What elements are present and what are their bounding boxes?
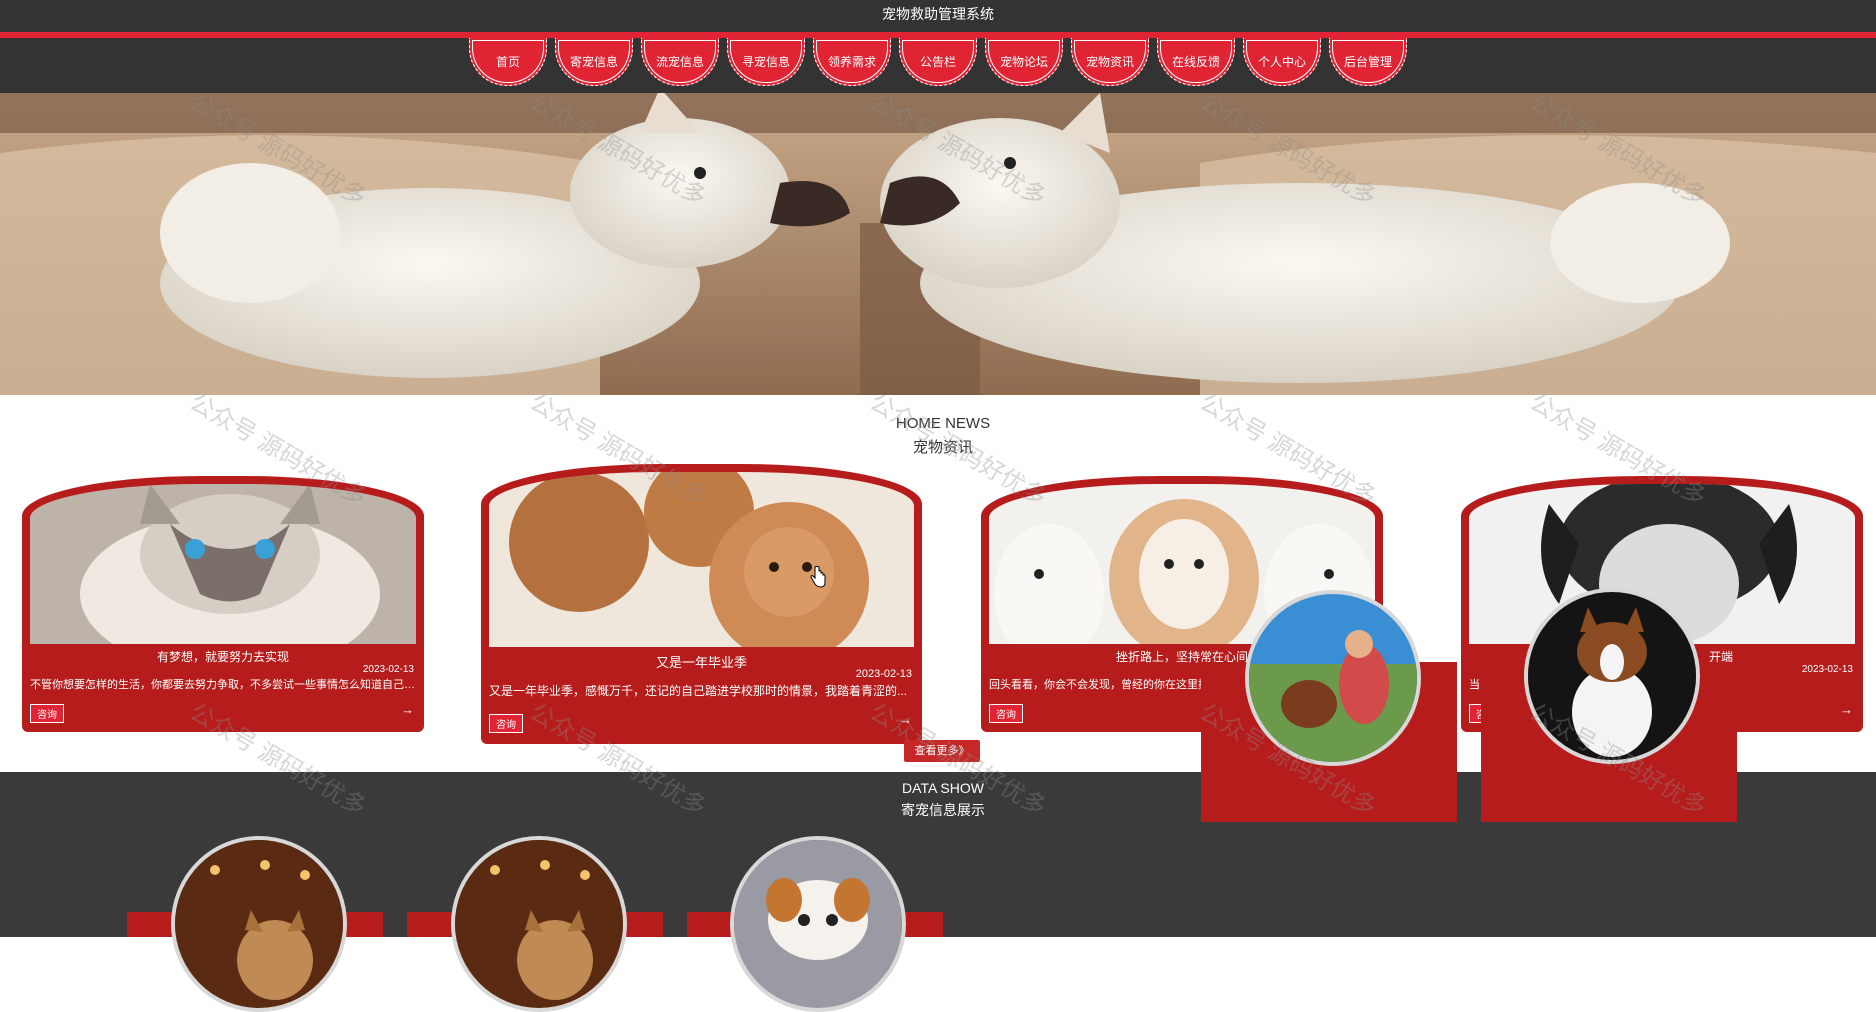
hand-cursor-icon	[810, 566, 826, 588]
news-card-desc: 又是一年毕业季，感慨万千，还记的自己踏进学校那时的情景，我踏着青涩的...	[489, 684, 908, 698]
arrow-right-icon[interactable]: →	[1840, 702, 1853, 717]
view-more-button[interactable]: 查看更多》	[904, 740, 980, 762]
news-card-image	[489, 472, 914, 647]
news-card-title: 有梦想，就要努力去实现	[156, 650, 289, 664]
news-card[interactable]: 又是一年毕业季 2023-02-13 又是一年毕业季，感慨万千，还记的自己踏进学…	[481, 464, 922, 744]
arrow-right-icon[interactable]: →	[401, 702, 414, 717]
news-card-date: 2023-02-13	[362, 664, 414, 675]
consult-button[interactable]: 咨询	[489, 714, 523, 733]
consult-button[interactable]: 咨询	[30, 704, 64, 723]
news-card-date: 2023-02-13	[1801, 664, 1853, 675]
data-show-title-en: DATA SHOW	[902, 780, 984, 796]
main-nav: 首页 寄宠信息 流宠信息 寻宠信息 领养需求 公告栏 宠物论坛 宠物资讯 在线反…	[469, 38, 1407, 86]
consult-button[interactable]: 咨询	[989, 704, 1023, 723]
nav-item-boarding-info[interactable]: 寄宠信息	[555, 38, 633, 86]
nav-item-notices[interactable]: 公告栏	[899, 38, 977, 86]
nav-item-feedback[interactable]: 在线反馈	[1157, 38, 1235, 86]
boarding-info-photo	[1524, 588, 1700, 764]
news-card-date: 2023-02-13	[855, 668, 912, 680]
data-show-photo	[730, 836, 906, 1012]
banner-carousel[interactable]	[0, 93, 1876, 395]
boarding-info-photo	[1245, 590, 1421, 766]
site-title-bar: 宠物救助管理系统	[0, 0, 1876, 32]
nav-item-personal-center[interactable]: 个人中心	[1243, 38, 1321, 86]
banner-image	[0, 93, 1876, 395]
news-card-image	[30, 484, 416, 644]
nav-item-lost-pet-info[interactable]: 寻宠信息	[727, 38, 805, 86]
nav-item-home[interactable]: 首页	[469, 38, 547, 86]
news-title-cn: 宠物资讯	[912, 439, 973, 456]
news-card[interactable]: 有梦想，就要努力去实现 2023-02-13 不管你想要怎样的生活，你都要去努力…	[22, 476, 424, 732]
data-show-title-cn: 寄宠信息展示	[901, 802, 985, 818]
nav-item-pet-news[interactable]: 宠物资讯	[1071, 38, 1149, 86]
nav-item-admin[interactable]: 后台管理	[1329, 38, 1407, 86]
nav-item-stray-info[interactable]: 流宠信息	[641, 38, 719, 86]
data-show-photo	[451, 836, 627, 1012]
data-show-photo	[171, 836, 347, 1012]
news-title-en: HOME NEWS	[895, 415, 991, 432]
site-title: 宠物救助管理系统	[882, 6, 994, 22]
news-card-desc: 不管你想要怎样的生活，你都要去努力争取，不多尝试一些事情怎么知道自己适...	[30, 679, 416, 691]
nav-item-adoption[interactable]: 领养需求	[813, 38, 891, 86]
nav-item-forum[interactable]: 宠物论坛	[985, 38, 1063, 86]
arrow-right-icon[interactable]: →	[899, 712, 912, 727]
